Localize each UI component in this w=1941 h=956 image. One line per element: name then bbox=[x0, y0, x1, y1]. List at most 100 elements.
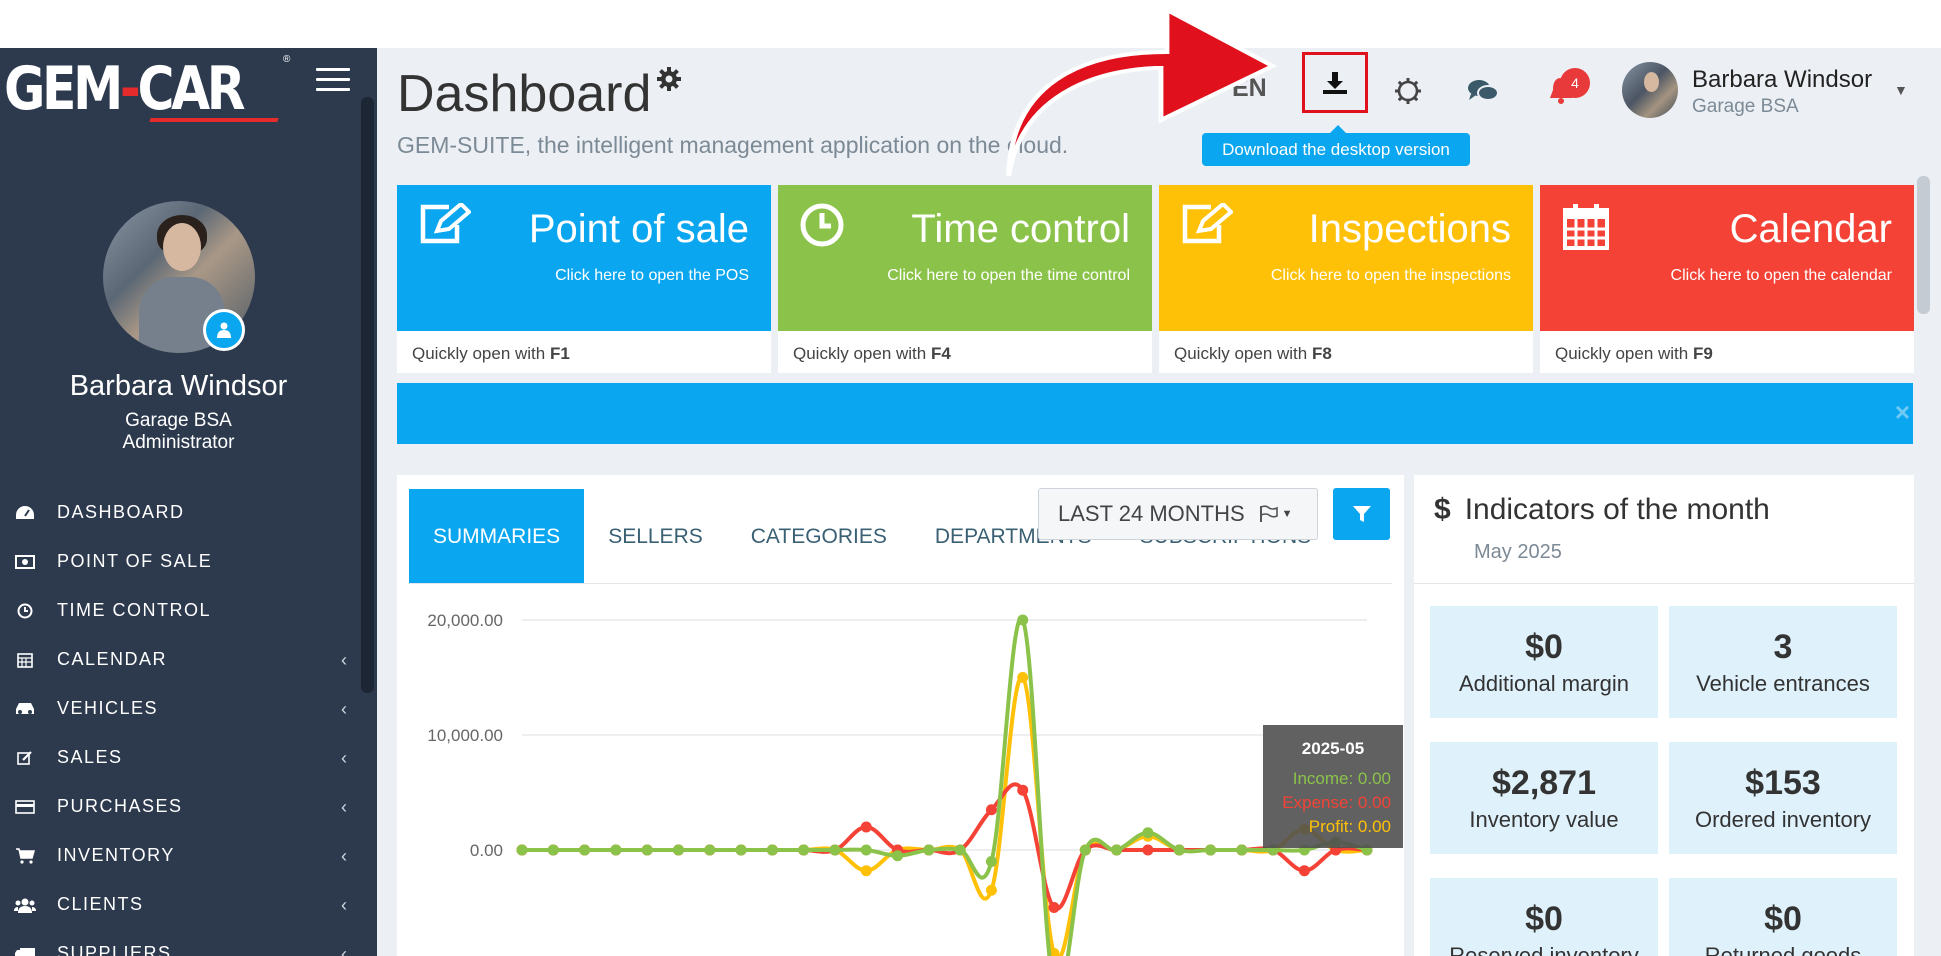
sidebar-item-point-of-sale[interactable]: POINT OF SALE bbox=[0, 537, 360, 586]
date-range-dropdown[interactable]: LAST 24 MONTHS ▼ bbox=[1038, 488, 1318, 540]
chevron-left-icon: ‹ bbox=[341, 846, 347, 866]
tile-shortcut: Quickly open with F1 bbox=[412, 344, 570, 363]
sidebar-item-suppliers[interactable]: SUPPLIERS ‹ bbox=[0, 929, 360, 956]
indicator-value: 3 bbox=[1773, 628, 1793, 666]
sidebar-item-inventory[interactable]: INVENTORY ‹ bbox=[0, 831, 360, 880]
main-scrollbar[interactable] bbox=[1917, 176, 1930, 314]
data-point-income bbox=[892, 850, 904, 862]
indicator-reserved-inventory: $0 Reserved inventory bbox=[1430, 878, 1658, 956]
edit-icon bbox=[13, 749, 37, 767]
data-point-income bbox=[641, 844, 653, 856]
data-point-income bbox=[516, 844, 528, 856]
chevron-left-icon: ‹ bbox=[341, 895, 347, 915]
tile-inspections[interactable]: Inspections Click here to open the inspe… bbox=[1159, 185, 1533, 373]
gear-icon[interactable] bbox=[656, 66, 682, 97]
tooltip-expense: Expense: 0.00 bbox=[1282, 793, 1391, 812]
top-user-name[interactable]: Barbara Windsor bbox=[1692, 66, 1872, 94]
data-point-income bbox=[1236, 844, 1248, 856]
data-point-income bbox=[798, 844, 810, 856]
tile-subtitle: Click here to open the POS bbox=[555, 267, 749, 284]
indicator-value: $0 bbox=[1764, 900, 1802, 938]
tile-title: Time control bbox=[911, 207, 1130, 251]
sidebar-item-time-control[interactable]: TIME CONTROL bbox=[0, 586, 360, 635]
calendar-icon bbox=[1562, 203, 1610, 256]
data-point-expense bbox=[985, 804, 997, 816]
calendar-icon bbox=[13, 651, 37, 669]
data-point-income bbox=[1205, 844, 1217, 856]
close-icon[interactable]: × bbox=[1895, 397, 1910, 428]
sidebar-item-label: CLIENTS bbox=[57, 894, 144, 914]
sidebar-item-label: DASHBOARD bbox=[57, 502, 185, 522]
tile-title: Point of sale bbox=[528, 207, 749, 251]
language-selector[interactable]: EN bbox=[1232, 74, 1267, 103]
gemcar-logo[interactable]: GEM-CAR bbox=[4, 54, 246, 124]
chat-icon[interactable] bbox=[1466, 74, 1500, 108]
user-badge-icon[interactable] bbox=[203, 309, 245, 351]
sidebar-user-company: Garage BSA bbox=[125, 410, 232, 431]
data-point-income bbox=[766, 844, 778, 856]
sidebar-item-sales[interactable]: SALES ‹ bbox=[0, 733, 360, 782]
sidebar-item-label: SUPPLIERS bbox=[57, 943, 172, 956]
sidebar-item-calendar[interactable]: CALENDAR ‹ bbox=[0, 635, 360, 684]
filter-button[interactable] bbox=[1333, 488, 1390, 540]
menu-toggle-button[interactable] bbox=[316, 68, 350, 94]
data-point-profit bbox=[985, 884, 997, 896]
data-point-income bbox=[547, 844, 559, 856]
tooltip-date: 2025-05 bbox=[1301, 739, 1365, 758]
tile-title: Calendar bbox=[1729, 207, 1892, 251]
tile-calendar[interactable]: Calendar Click here to open the calendar… bbox=[1540, 185, 1914, 373]
indicator-value: $0 bbox=[1525, 628, 1563, 666]
download-desktop-button[interactable] bbox=[1302, 52, 1368, 113]
indicator-value: $153 bbox=[1745, 764, 1821, 802]
sidebar-nav: DASHBOARD POINT OF SALE TIME CONTROL CAL… bbox=[0, 488, 360, 956]
data-point-income bbox=[985, 856, 997, 867]
sidebar: GEM-CAR ® Barbara Windsor Garage BSA Adm… bbox=[0, 48, 377, 956]
tab-sellers[interactable]: SELLERS bbox=[584, 489, 727, 584]
indicators-card: $ Indicators of the month May 2025 $0 Add… bbox=[1414, 475, 1914, 956]
top-user-company: Garage BSA bbox=[1692, 96, 1799, 117]
summary-line-chart: 20,000.00 10,000.00 0.00 bbox=[427, 611, 1373, 956]
tile-title: Inspections bbox=[1308, 207, 1511, 251]
data-point-expense bbox=[1017, 784, 1029, 796]
chevron-left-icon: ‹ bbox=[341, 944, 347, 956]
tab-summaries[interactable]: SUMMARIES bbox=[409, 489, 585, 584]
sidebar-item-vehicles[interactable]: VEHICLES ‹ bbox=[0, 684, 360, 733]
sidebar-item-clients[interactable]: CLIENTS ‹ bbox=[0, 880, 360, 929]
sidebar-item-purchases[interactable]: PURCHASES ‹ bbox=[0, 782, 360, 831]
tile-point-of-sale[interactable]: Point of sale Click here to open the POS… bbox=[397, 185, 771, 373]
tooltip-profit: Profit: 0.00 bbox=[1308, 817, 1391, 836]
indicator-value: $0 bbox=[1525, 900, 1563, 938]
dashboard-icon bbox=[13, 504, 37, 522]
indicator-label: Reserved inventory bbox=[1449, 943, 1639, 956]
sidebar-item-label: CALENDAR bbox=[57, 649, 168, 669]
y-tick-label: 20,000.00 bbox=[427, 611, 503, 630]
tile-time-control[interactable]: Time control Click here to open the time… bbox=[778, 185, 1152, 373]
tab-categories[interactable]: CATEGORIES bbox=[727, 489, 911, 584]
clock-icon bbox=[13, 602, 37, 620]
data-point-expense bbox=[1048, 902, 1060, 913]
data-point-income bbox=[735, 844, 747, 856]
indicator-label: Ordered inventory bbox=[1694, 807, 1872, 832]
chart-tooltip: 2025-05 Income: 0.00 Expense: 0.00 Profi… bbox=[1263, 725, 1403, 848]
indicator-label: Vehicle entrances bbox=[1696, 671, 1870, 696]
sidebar-item-label: TIME CONTROL bbox=[57, 600, 212, 620]
data-point-income bbox=[579, 844, 591, 856]
sidebar-item-label: SALES bbox=[57, 747, 123, 767]
settings-cog-icon[interactable] bbox=[1391, 74, 1425, 108]
clock-icon bbox=[800, 203, 844, 252]
sidebar-item-label: POINT OF SALE bbox=[57, 551, 213, 571]
data-point-profit bbox=[860, 865, 872, 877]
y-tick-label: 0.00 bbox=[470, 841, 503, 860]
top-user-avatar[interactable] bbox=[1622, 62, 1678, 118]
indicator-label: Inventory value bbox=[1469, 807, 1619, 832]
chevron-left-icon: ‹ bbox=[341, 748, 347, 768]
sidebar-item-dashboard[interactable]: DASHBOARD bbox=[0, 488, 360, 537]
sidebar-scrollbar[interactable] bbox=[361, 97, 374, 693]
caret-down-icon: ▼ bbox=[1281, 508, 1293, 520]
data-point-income bbox=[954, 844, 966, 856]
caret-down-icon[interactable]: ▼ bbox=[1894, 82, 1908, 98]
filter-icon bbox=[1352, 506, 1371, 522]
flag-icon bbox=[1259, 505, 1278, 522]
indicator-label: Returned goods bbox=[1704, 943, 1862, 956]
data-point-expense bbox=[1298, 865, 1310, 877]
